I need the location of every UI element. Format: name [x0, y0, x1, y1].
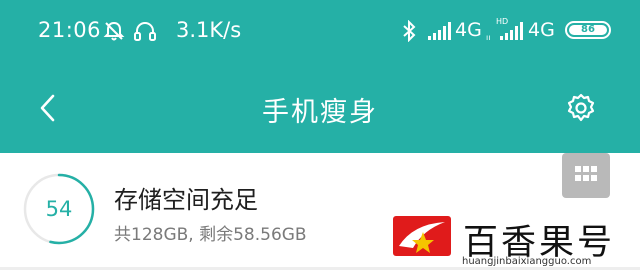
headset-icon: [134, 22, 156, 41]
watermark-url: huangjinbaixiangguo.com: [462, 256, 592, 267]
net-speed: 3.1K/s: [176, 18, 242, 42]
storage-status-title: 存储空间充足: [114, 186, 258, 214]
network-sub-label: ıı: [486, 33, 491, 42]
network-type-2: 4G: [528, 19, 555, 41]
storage-score: 54: [45, 197, 73, 221]
storage-status-detail: 共128GB, 剩余58.56GB: [114, 225, 307, 245]
app-header: 21:06 3.1K/s 4G ıı HD 4G 86 手机瘦身: [0, 0, 640, 153]
status-bar: 21:06 3.1K/s 4G ıı HD 4G 86: [0, 14, 640, 48]
grid-menu-button[interactable]: [562, 153, 610, 198]
status-time: 21:06: [38, 18, 102, 42]
page-title: 手机瘦身: [262, 97, 378, 128]
watermark-logo-icon: [393, 216, 451, 256]
mute-icon: [103, 21, 125, 41]
signal-icon: [428, 22, 451, 40]
gear-icon[interactable]: [566, 93, 596, 123]
battery-icon: 86: [565, 21, 611, 39]
bluetooth-icon: [403, 20, 416, 42]
network-type-1: 4G: [455, 19, 482, 41]
signal-icon: [500, 22, 523, 40]
battery-level: 86: [569, 25, 607, 35]
